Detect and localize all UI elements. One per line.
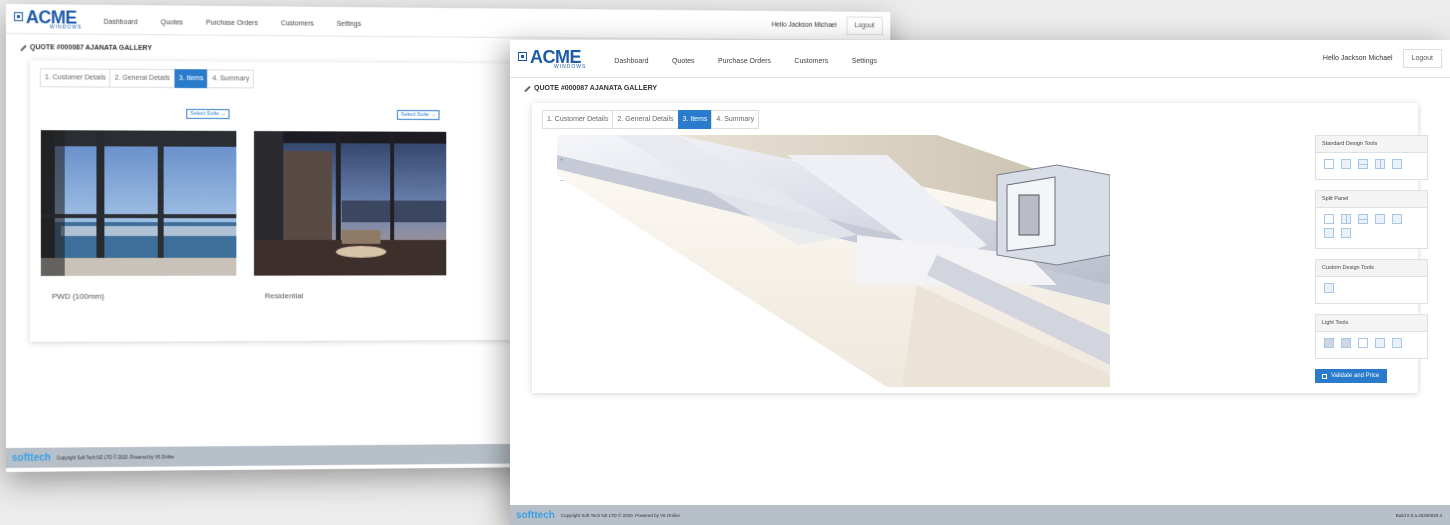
page-title: QUOTE #000087 AJANATA GALLERY [524,85,657,92]
group-title: Light Tools [1316,315,1427,332]
softtech-logo: softtech [516,509,555,521]
standard-design-tools-group: Standard Design Tools [1315,135,1428,180]
sash-tool-icon[interactable] [1341,159,1351,169]
user-greeting: Hello Jackson Michael [771,21,837,29]
suite-image-pwd[interactable] [40,130,237,276]
top-navbar: ACME WINDOWS Dashboard Quotes Purchase O… [510,40,1450,78]
suite-name-residential: Residential [264,291,304,301]
tab-customer-details[interactable]: 1. Customer Details [39,68,111,88]
split-horizontal-icon[interactable] [1358,214,1368,224]
full-panel-tool-icon[interactable] [1324,159,1334,169]
split-three-icon[interactable] [1375,214,1385,224]
select-suite-button-residential[interactable]: Select Suite → [396,109,440,121]
page-title: QUOTE #000087 AJANATA GALLERY [20,44,152,52]
logo-icon [13,12,23,22]
pencil-icon[interactable] [524,85,531,92]
softtech-logo: softtech [11,452,51,464]
light-hopper-icon[interactable] [1341,338,1351,348]
custom-shape-icon[interactable] [1324,283,1334,293]
quote-tabs: 1. Customer Details 2. General Details 3… [542,110,760,129]
top-navbar: ACME WINDOWS Dashboard Quotes Purchase O… [6,4,891,42]
tab-items[interactable]: 3. Items [677,110,713,129]
nav-purchase-orders[interactable]: Purchase Orders [718,58,771,65]
nav-purchase-orders[interactable]: Purchase Orders [206,19,258,26]
design-tool-window: ACME WINDOWS Dashboard Quotes Purchase O… [510,40,1450,525]
nav-dashboard[interactable]: Dashboard [104,18,138,25]
acme-logo[interactable]: ACME WINDOWS [13,7,82,30]
logout-button[interactable]: Logout [1402,49,1442,68]
tab-customer-details[interactable]: 1. Customer Details [542,110,614,129]
awning-tool-icon[interactable] [1358,159,1368,169]
nav-settings[interactable]: Settings [852,58,877,65]
tab-items[interactable]: 3. Items [173,69,209,89]
light-sliding-icon[interactable] [1375,338,1385,348]
nav-dashboard[interactable]: Dashboard [614,58,648,65]
items-card: 1. Customer Details 2. General Details 3… [29,60,519,342]
split-vertical-icon[interactable] [1341,214,1351,224]
save-icon [1322,373,1327,379]
validate-and-price-button[interactable]: Validate and Price [1315,369,1387,383]
logout-button[interactable]: Logout [846,16,883,36]
build-version: Build 0.0.a 20200020.4 [1395,512,1442,518]
casement-tool-icon[interactable] [1375,159,1385,169]
tab-general-details[interactable]: 2. General Details [109,68,175,88]
split-none-icon[interactable] [1324,214,1334,224]
group-title: Standard Design Tools [1316,136,1427,153]
select-suite-button-pwd[interactable]: Select Suite → [186,108,230,120]
copyright-text: Copyright Soft Tech NZ LTD © 2020. Power… [560,512,680,518]
tool-panel: Standard Design Tools Split Panel Custom… [1315,135,1428,383]
main-nav: Dashboard Quotes Purchase Orders Custome… [614,50,896,68]
quote-tabs: 1. Customer Details 2. General Details 3… [39,68,255,89]
group-title: Custom Design Tools [1316,260,1427,277]
acme-logo[interactable]: ACME WINDOWS [518,48,586,70]
tab-general-details[interactable]: 2. General Details [612,110,679,129]
light-tools-group: Light Tools [1315,314,1428,359]
nav-customers[interactable]: Customers [281,20,314,27]
footer: softtech Copyright Soft Tech NZ LTD © 20… [510,505,1450,525]
copyright-text: Copyright Soft Tech NZ LTD © 2020. Power… [56,454,175,461]
nav-quotes[interactable]: Quotes [161,19,183,26]
group-title: Split Panel [1316,191,1427,208]
tab-summary[interactable]: 4. Summary [207,69,255,89]
logo-icon [518,52,527,61]
suite-image-residential[interactable] [253,131,447,276]
custom-design-tools-group: Custom Design Tools [1315,259,1428,304]
split-grid-icon[interactable] [1324,228,1334,238]
main-nav: Dashboard Quotes Purchase Orders Custome… [104,10,380,30]
suite-name-pwd: PWD (100mm) [51,291,105,301]
split-four-icon[interactable] [1392,214,1402,224]
pencil-icon[interactable] [20,44,27,51]
split-custom-icon[interactable] [1341,228,1351,238]
design-card: 1. Customer Details 2. General Details 3… [532,103,1428,393]
light-fixed-icon[interactable] [1358,338,1368,348]
tab-summary[interactable]: 4. Summary [711,110,760,129]
nav-quotes[interactable]: Quotes [672,58,695,65]
light-awning-icon[interactable] [1324,338,1334,348]
3d-frame-viewport[interactable] [557,135,1110,387]
fixed-tool-icon[interactable] [1392,159,1402,169]
user-greeting: Hello Jackson Michael [1322,55,1393,62]
nav-customers[interactable]: Customers [794,58,828,65]
nav-settings[interactable]: Settings [337,20,362,27]
light-pivot-icon[interactable] [1392,338,1402,348]
split-panel-group: Split Panel [1315,190,1428,249]
